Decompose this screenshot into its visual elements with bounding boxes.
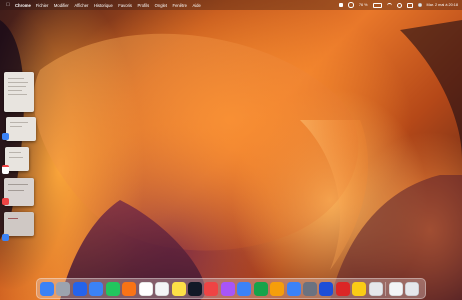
calendar-icon[interactable]	[138, 281, 153, 296]
finder-icon[interactable]	[40, 281, 54, 296]
dock	[36, 278, 426, 299]
menu-clock[interactable]: Mar. 2 mai à 20:18	[427, 3, 458, 7]
music-app-icon	[2, 198, 9, 205]
control-center-icon[interactable]	[406, 2, 413, 8]
facetime-icon[interactable]	[105, 281, 120, 296]
notes-icon[interactable]	[171, 281, 186, 296]
dock-separator	[385, 281, 387, 296]
reminders-icon[interactable]	[155, 281, 170, 296]
desktop-wallpaper	[0, 0, 462, 300]
numbers-icon[interactable]	[253, 281, 268, 296]
launchpad-icon[interactable]	[56, 281, 71, 296]
battery-percent: 76 %	[358, 3, 368, 7]
menu-item-profils[interactable]: Profils	[138, 3, 150, 8]
trash-icon[interactable]	[405, 281, 420, 296]
music-icon[interactable]	[204, 281, 219, 296]
stage-window-2[interactable]	[6, 117, 36, 141]
pages-icon[interactable]	[270, 281, 285, 296]
mail-app-icon	[2, 133, 9, 140]
menu-item-afficher[interactable]: Afficher	[74, 3, 88, 8]
apple-menu-icon[interactable]: 	[5, 2, 11, 8]
menu-bar:  Chrome Fichier Modifier Afficher Histo…	[0, 0, 462, 10]
menu-app-name[interactable]: Chrome	[15, 3, 31, 8]
tv-remote-icon[interactable]	[187, 281, 202, 296]
app-store-app-icon	[2, 234, 9, 241]
mail-icon[interactable]	[89, 281, 104, 296]
acrobat-icon[interactable]	[335, 281, 350, 296]
photos-icon[interactable]	[122, 281, 137, 296]
menu-item-onglet[interactable]: Onglet	[155, 3, 167, 8]
calendar-app-icon	[2, 165, 9, 174]
document-icon[interactable]	[388, 281, 403, 296]
podcasts-icon[interactable]	[220, 281, 235, 296]
chrome-icon[interactable]	[352, 281, 367, 296]
status-m-icon[interactable]	[339, 3, 344, 7]
system-settings-icon[interactable]	[303, 281, 317, 296]
menu-extras: 76 % Mar. 2 mai à 20:18	[339, 0, 458, 10]
preview-icon[interactable]	[368, 281, 383, 296]
status-record-icon[interactable]	[348, 2, 354, 8]
menu-item-modifier[interactable]: Modifier	[54, 3, 69, 8]
search-icon[interactable]	[396, 2, 402, 8]
keynote-icon[interactable]	[237, 281, 252, 296]
battery-icon[interactable]	[372, 2, 382, 8]
wifi-icon[interactable]	[386, 2, 392, 8]
menu-item-favoris[interactable]: Favoris	[118, 3, 132, 8]
app-store-icon[interactable]	[286, 281, 301, 296]
safari-icon[interactable]	[72, 281, 87, 296]
stage-window-1[interactable]	[4, 72, 34, 112]
siri-icon[interactable]	[417, 3, 422, 7]
menu-item-fenetre[interactable]: Fenêtre	[173, 3, 187, 8]
menu-item-fichier[interactable]: Fichier	[36, 3, 49, 8]
stage-window-5[interactable]	[4, 212, 34, 236]
menu-item-historique[interactable]: Historique	[94, 3, 113, 8]
menu-item-aide[interactable]: Aide	[192, 3, 200, 8]
word-icon[interactable]	[319, 281, 334, 296]
